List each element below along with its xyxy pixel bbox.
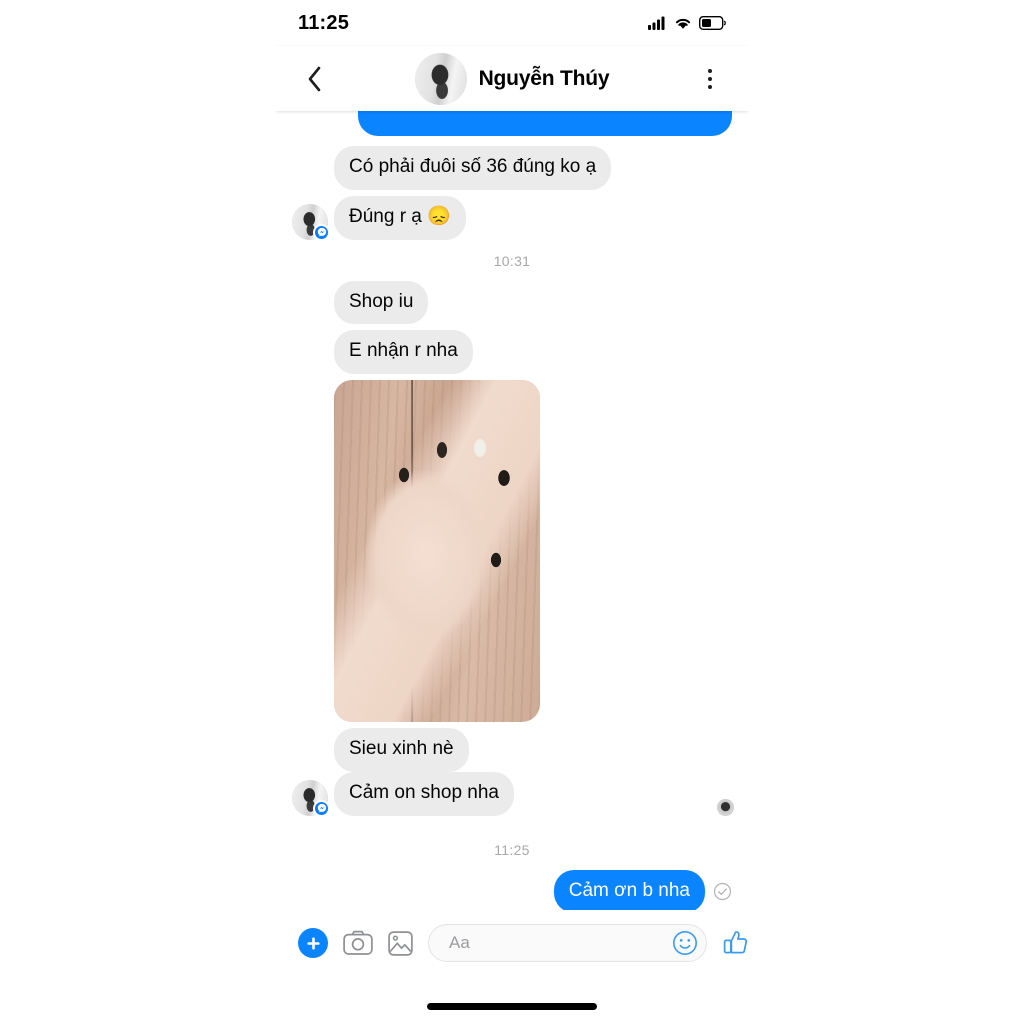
photo-attachment[interactable]	[334, 380, 540, 722]
avatar-image	[414, 52, 467, 105]
message-row	[276, 380, 748, 722]
timestamp-divider: 11:25	[494, 841, 530, 858]
sender-avatar[interactable]	[292, 203, 330, 241]
messenger-badge-icon	[313, 223, 330, 241]
delivered-check-icon	[713, 882, 732, 900]
thumbs-up-icon	[723, 931, 748, 954]
gallery-button[interactable]	[388, 930, 413, 956]
seen-avatar-image	[717, 798, 734, 816]
wifi-icon	[675, 18, 691, 29]
messenger-app-screen: 11:25 Nguyễn Thúy Có phải đuôi số 36 đún…	[276, 0, 748, 1024]
more-options-icon-dot3	[708, 84, 712, 89]
outgoing-bubble[interactable]: Cảm ơn b nha	[553, 869, 705, 914]
plus-icon	[306, 936, 320, 950]
back-button[interactable]	[290, 55, 338, 103]
outgoing-bubble-cutoff[interactable]	[358, 111, 732, 136]
cellular-signal-icon	[648, 16, 665, 30]
avatar-slot	[292, 203, 334, 241]
chevron-left-icon	[308, 66, 320, 91]
home-indicator	[427, 1003, 597, 1010]
message-row: Có phải đuôi số 36 đúng ko ạ	[276, 146, 748, 190]
message-input[interactable]	[447, 932, 672, 954]
seen-receipt-avatar	[717, 798, 734, 816]
emoji-smiley-icon	[673, 931, 697, 955]
message-row: Sieu xinh nè	[276, 728, 748, 772]
hand-with-nail-art-photo	[334, 380, 540, 722]
incoming-bubble[interactable]: Sieu xinh nè	[334, 728, 469, 772]
message-input-container[interactable]	[428, 924, 707, 962]
camera-icon	[343, 930, 373, 955]
status-bar: 11:25	[276, 0, 748, 46]
incoming-bubble[interactable]: Shop iu	[334, 280, 429, 325]
header-contact[interactable]: Nguyễn Thúy	[338, 52, 686, 105]
messenger-badge-icon	[313, 799, 330, 817]
contact-avatar[interactable]	[414, 52, 467, 105]
sender-avatar[interactable]	[292, 779, 330, 817]
message-row: Cảm on shop nha	[276, 771, 748, 817]
battery-icon	[699, 16, 726, 30]
messenger-bolt-icon	[317, 803, 326, 813]
conversation-header: Nguyễn Thúy	[276, 46, 748, 111]
message-row: E nhận r nha	[276, 330, 748, 374]
emoji-button[interactable]	[672, 930, 698, 956]
add-attachment-button[interactable]	[298, 928, 328, 958]
message-row: Cảm ơn b nha	[276, 869, 748, 914]
incoming-bubble[interactable]: Có phải đuôi số 36 đúng ko ạ	[334, 146, 612, 190]
like-button[interactable]	[722, 929, 748, 957]
message-row	[276, 111, 748, 136]
incoming-bubble[interactable]: Cảm on shop nha	[334, 771, 514, 816]
more-options-icon	[708, 68, 712, 73]
avatar-slot	[292, 779, 334, 817]
incoming-bubble[interactable]: Đúng r ạ 😞	[334, 195, 466, 240]
message-composer	[276, 910, 748, 976]
page-title: Nguyễn Thúy	[478, 66, 610, 90]
messenger-bolt-icon	[317, 227, 326, 237]
message-row: Shop iu	[276, 280, 748, 325]
message-row: Đúng r ạ 😞	[276, 195, 748, 241]
status-bar-time: 11:25	[298, 11, 350, 34]
more-options-icon-dot2	[708, 76, 712, 81]
message-thread[interactable]: Có phải đuôi số 36 đúng ko ạ Đúng r ạ 😞	[276, 111, 748, 921]
gallery-icon	[388, 930, 413, 956]
timestamp-divider: 10:31	[493, 252, 531, 269]
incoming-bubble[interactable]: E nhận r nha	[334, 330, 473, 374]
more-options-button[interactable]	[686, 55, 734, 103]
status-bar-icons	[648, 16, 726, 30]
camera-button[interactable]	[343, 930, 373, 956]
